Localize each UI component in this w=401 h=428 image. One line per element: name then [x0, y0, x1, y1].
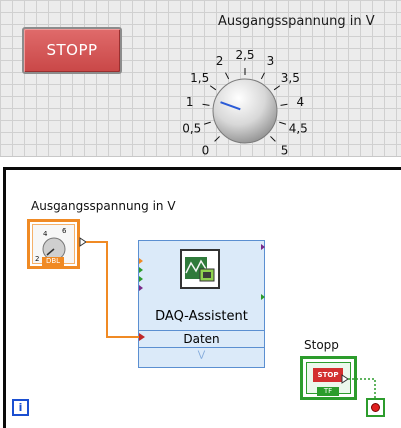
dbl-badge: DBL [42, 257, 64, 266]
knob-tick [225, 72, 230, 80]
knob-tick-label: 1,5 [190, 71, 209, 85]
expand-chevron-icon[interactable]: ⋁ [139, 350, 264, 360]
knob-tick [273, 85, 281, 91]
daq-assistant-block[interactable]: DAQ-Assistent Daten ⋁ [138, 240, 265, 368]
stop-button[interactable]: STOPP [22, 27, 122, 74]
daq-data-terminal[interactable]: Daten [139, 330, 264, 348]
knob-tick-label: 3,5 [281, 71, 300, 85]
knob-control-terminal[interactable]: 2 4 6 DBL [27, 219, 80, 269]
knob-tick-label: 0,5 [182, 121, 201, 135]
knob-tick-label: 4 [296, 95, 304, 109]
knob-tick-label: 4,5 [289, 121, 308, 135]
tf-badge: TF [317, 387, 339, 396]
knob-tick [202, 103, 210, 106]
knob-tick-label: 0 [202, 144, 210, 157]
knob-tick-label: 2,5 [235, 48, 254, 62]
knob-tick [214, 136, 220, 142]
loop-iteration-terminal: i [12, 399, 29, 416]
knob-tick-label: 3 [267, 54, 275, 68]
knob-tick-label: 5 [281, 144, 289, 157]
knob-body[interactable] [212, 78, 278, 144]
knob-tick [279, 121, 287, 125]
knob-tick [209, 85, 217, 91]
knob-tick-label: 2 [216, 54, 224, 68]
voltage-knob[interactable]: 00,5 1 1,5 2 2,5 3 3,5 4 4,55 [170, 30, 320, 157]
knob-tick [260, 72, 265, 80]
mini-knob-tick-4: 4 [43, 230, 48, 238]
knob-label: Ausgangsspannung in V [218, 14, 375, 29]
stop-condition-icon [371, 403, 380, 412]
stop-terminal-label: Stopp [304, 338, 339, 352]
mini-knob-tick-6: 6 [62, 227, 67, 235]
loop-condition-terminal[interactable] [366, 398, 385, 417]
knob-tick-label: 1 [186, 95, 194, 109]
daq-assistant-icon [180, 249, 220, 289]
front-panel: STOPP Ausgangsspannung in V 0 0,5 1 1,5 2 2,5… [0, 0, 401, 157]
knob-tick [280, 103, 288, 106]
daq-title: DAQ-Assistent [155, 309, 248, 324]
knob-tick [270, 136, 276, 142]
mini-knob-tick-2: 2 [35, 255, 39, 263]
knob-terminal-label: Ausgangsspannung in V [31, 199, 176, 213]
stop-terminal-face: STOP TF [306, 362, 351, 396]
stop-boolean-terminal[interactable]: STOP TF [300, 356, 357, 400]
stop-mini-icon: STOP [313, 368, 343, 382]
knob-tick [203, 121, 211, 125]
